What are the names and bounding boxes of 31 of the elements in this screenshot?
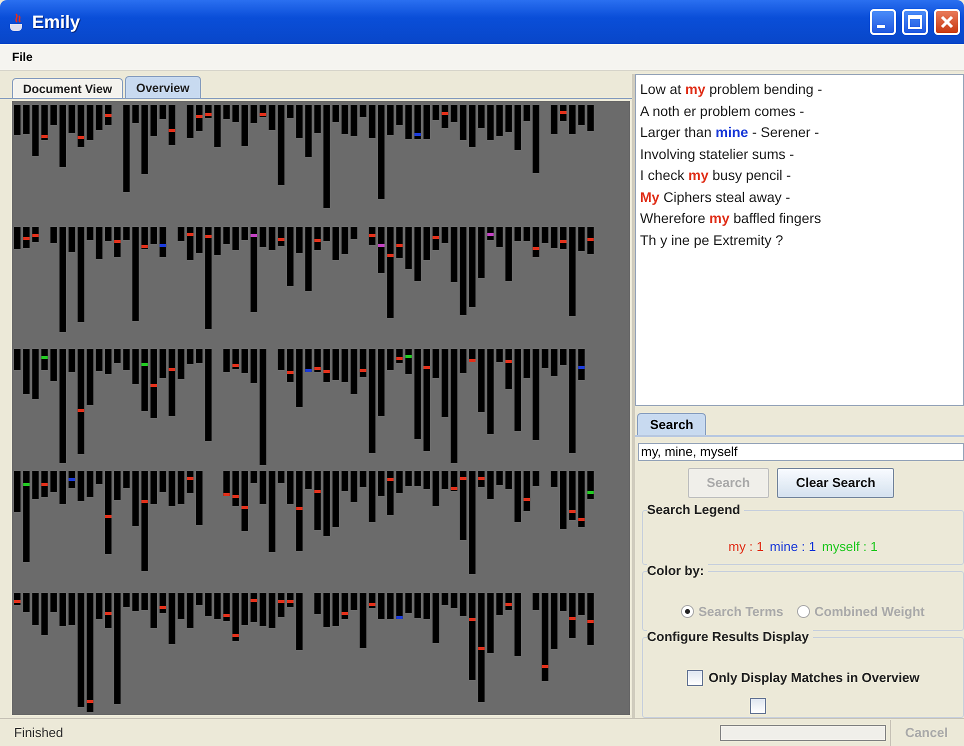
minimize-button[interactable]	[870, 9, 896, 35]
poem-line: Low at my problem bending -	[640, 81, 824, 98]
poem-line: A noth er problem comes -	[640, 102, 806, 120]
maximize-icon	[908, 15, 922, 29]
poem-line: Wherefore my baffled fingers	[640, 210, 822, 228]
close-button[interactable]	[934, 9, 960, 35]
group-title: Search Legend	[647, 502, 744, 517]
group-title: Color by:	[647, 562, 708, 578]
legend-item: my : 1	[728, 538, 764, 554]
search-tab[interactable]: Search	[637, 413, 706, 435]
close-icon	[940, 15, 954, 29]
menu-item[interactable]: File	[8, 50, 37, 64]
status-text: Finished	[13, 725, 64, 740]
maximize-button[interactable]	[902, 9, 928, 35]
poem-line: Involving statelier sums -	[640, 146, 796, 163]
poem-line: My Ciphers steal away -	[640, 188, 792, 206]
checkbox-label: Only Display Matches in Overview	[708, 670, 920, 686]
checkbox[interactable]	[686, 670, 702, 686]
view-tab[interactable]: Overview	[125, 76, 201, 98]
window-title: Emily	[32, 12, 82, 32]
view-tab[interactable]: Document View	[12, 78, 124, 98]
poem-line: Larger than mine - Serener -	[640, 124, 820, 142]
search-field[interactable]: my, mine, myself	[638, 443, 964, 461]
clear-search-button[interactable]: Clear Search	[776, 468, 894, 498]
group-title: Configure Results Display	[647, 628, 813, 644]
legend-item: mine : 1	[770, 538, 816, 554]
minimize-icon	[877, 24, 885, 28]
checkbox[interactable]	[750, 698, 766, 714]
legend-item: myself : 1	[822, 538, 878, 554]
poem-line: Th y ine pe Extremity ?	[640, 232, 784, 249]
poem-line: I check my busy pencil -	[640, 167, 792, 184]
